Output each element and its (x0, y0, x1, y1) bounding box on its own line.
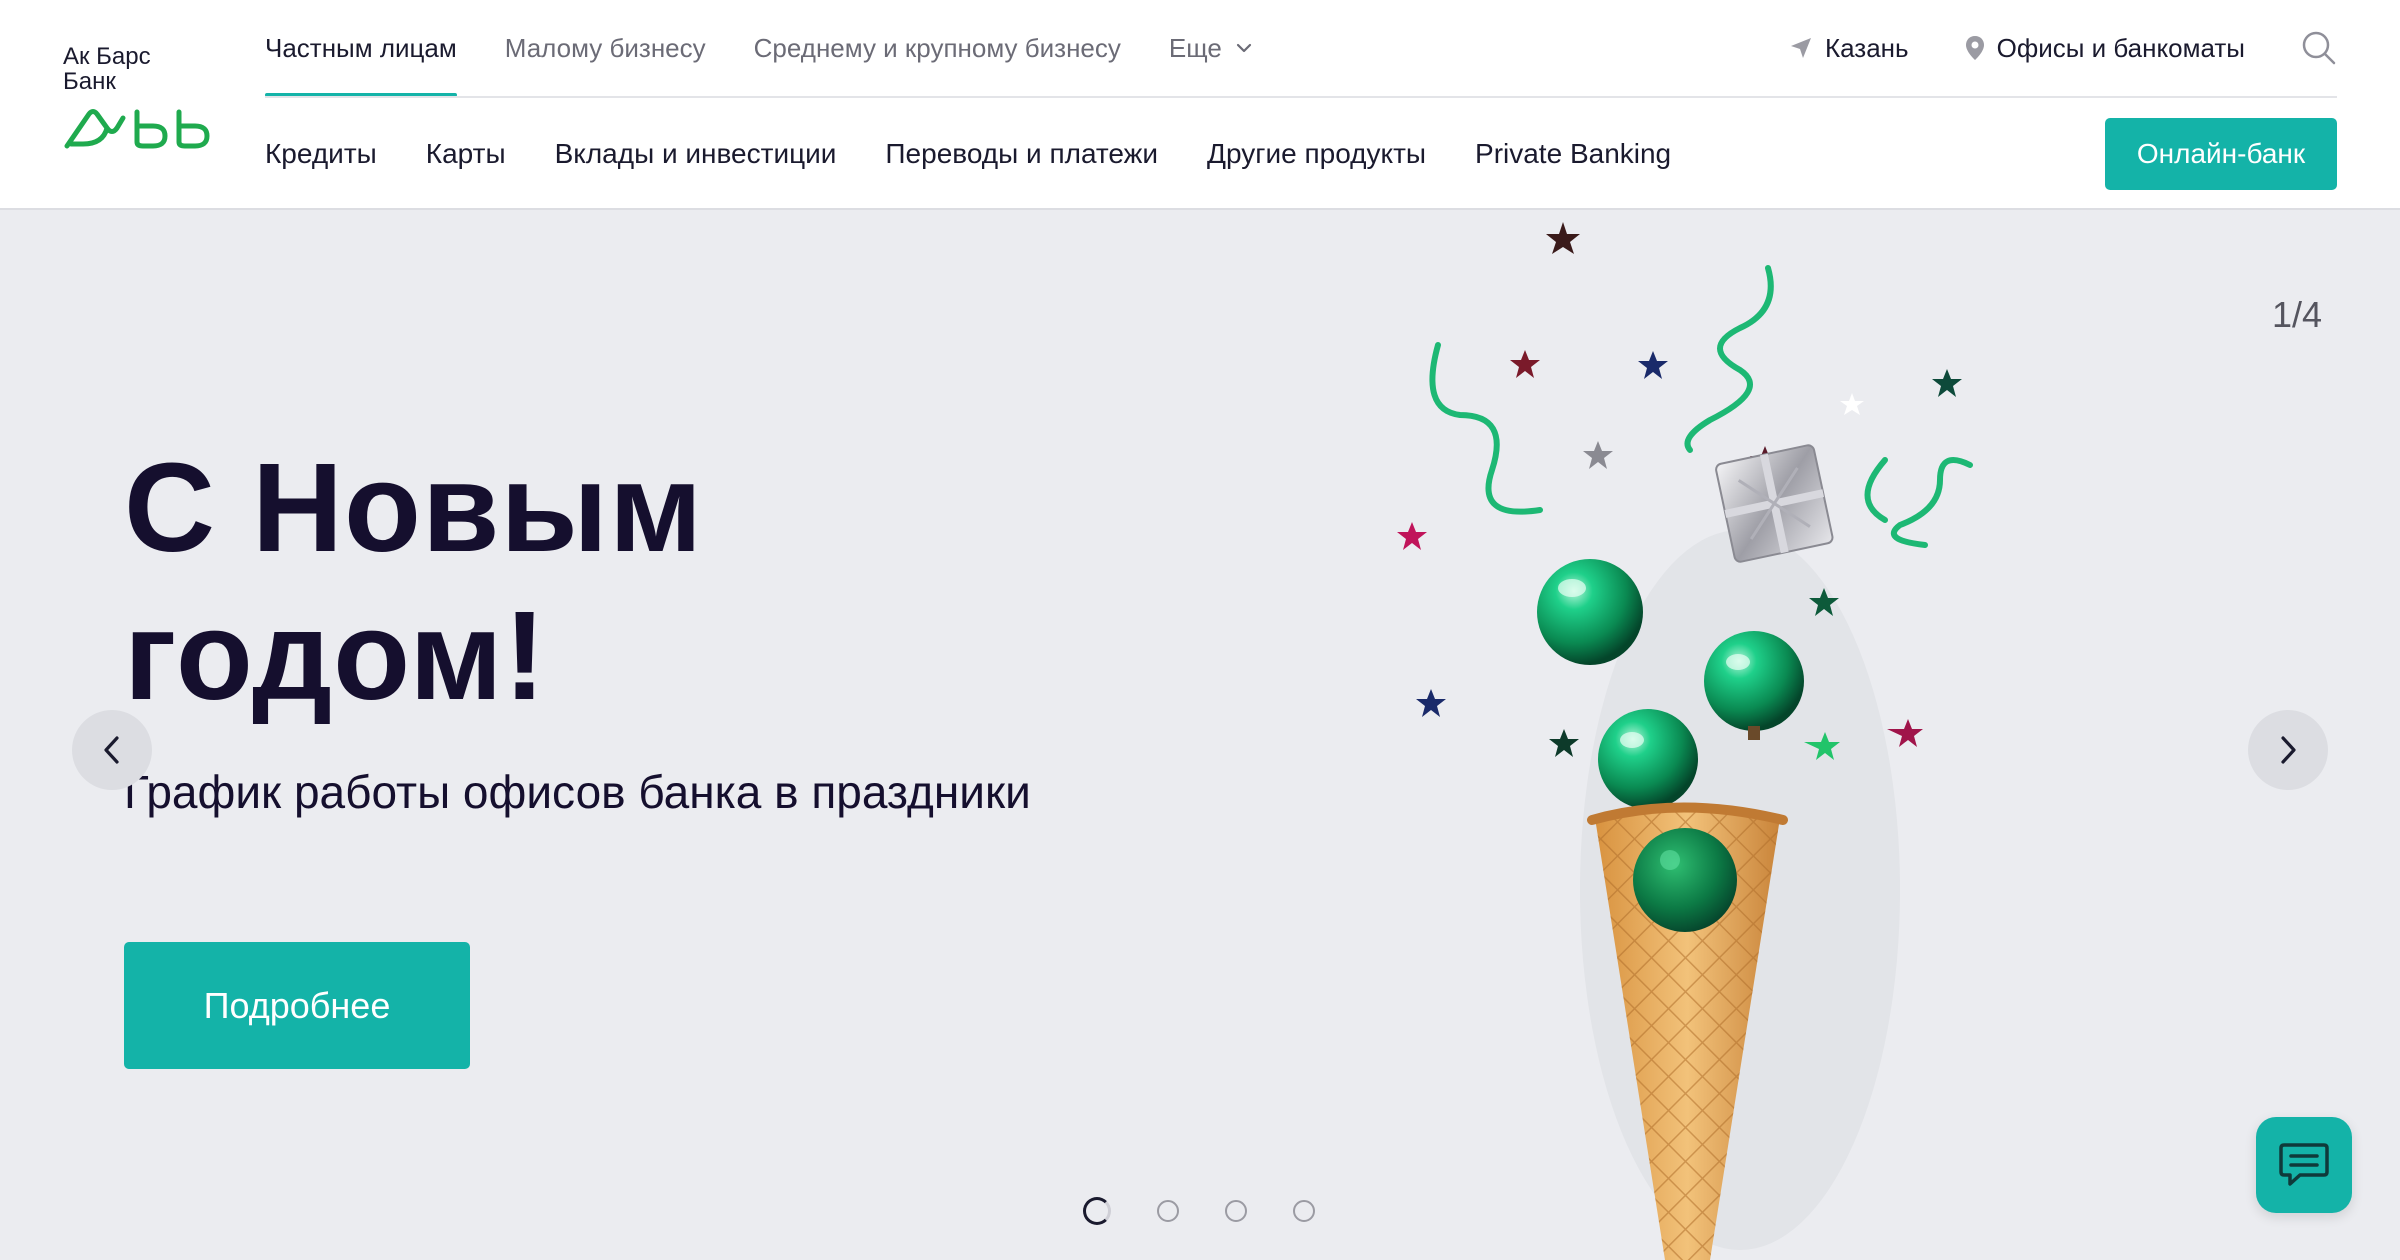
carousel-dot-2[interactable] (1157, 1200, 1179, 1222)
carousel-dot-3[interactable] (1225, 1200, 1247, 1222)
city-selector[interactable]: Казань (1789, 33, 1909, 64)
logo-name-line1: Ак Барс (63, 43, 151, 70)
nav-other-products[interactable]: Другие продукты (1207, 138, 1426, 170)
nav-cards[interactable]: Карты (426, 138, 506, 170)
more-button[interactable]: Подробнее (124, 942, 470, 1069)
segment-tab-more[interactable]: Еще (1169, 0, 1252, 96)
city-label: Казань (1824, 32, 1909, 63)
nav-private-banking[interactable]: Private Banking (1475, 138, 1671, 170)
segment-tab-private[interactable]: Частным лицам (265, 0, 457, 97)
header-utilities: Казань Офисы и банкоматы (1733, 0, 2337, 96)
carousel-dot-1[interactable] (1083, 1197, 1111, 1225)
chevron-down-icon (1236, 43, 1252, 53)
logo-name-line2: Банк (63, 68, 116, 95)
product-nav: Кредиты Карты Вклады и инвестиции Перево… (265, 110, 1720, 198)
chat-button[interactable] (2256, 1117, 2352, 1213)
new-year-cone-illustration (1397, 222, 1973, 1260)
slide-counter: 1/4 (2271, 294, 2322, 335)
chat-icon (2278, 1141, 2330, 1189)
segment-tab-corporate[interactable]: Среднему и крупному бизнесу (754, 0, 1121, 96)
carousel-dots (1083, 1197, 1361, 1225)
search-button[interactable] (2301, 30, 2337, 66)
header-divider (265, 96, 2337, 98)
carousel-next-button[interactable] (2248, 710, 2328, 790)
search-icon (2301, 30, 2337, 66)
offices-label: Офисы и банкоматы (1996, 32, 2245, 63)
hero-title: С Новым годом! (124, 437, 704, 726)
segment-tab-small-business[interactable]: Малому бизнесу (505, 0, 706, 96)
segment-nav: Частным лицам Малому бизнесу Среднему и … (265, 0, 1300, 97)
location-arrow-icon (1789, 36, 1813, 60)
hero-subtitle: График работы офисов банка в праздники (124, 766, 1031, 818)
online-bank-button[interactable]: Онлайн-банк (2105, 118, 2337, 190)
carousel-prev-button[interactable] (72, 710, 152, 790)
map-pin-icon (1965, 35, 1985, 61)
offices-link[interactable]: Офисы и банкоматы (1965, 33, 2245, 64)
nav-credits[interactable]: Кредиты (265, 138, 377, 170)
bank-logo[interactable]: Ак Барс Банк (63, 44, 223, 174)
chevron-left-icon (102, 735, 122, 765)
hero-carousel: 1/4 С Новым годом! График работы офисов … (0, 210, 2400, 1260)
chevron-right-icon (2278, 735, 2298, 765)
site-header: Ак Барс Банк Частным лицам Малому бизнес… (0, 0, 2400, 210)
nav-transfers[interactable]: Переводы и платежи (885, 138, 1158, 170)
carousel-dot-4[interactable] (1293, 1200, 1315, 1222)
logo-mark-icon (64, 109, 210, 149)
nav-deposits[interactable]: Вклады и инвестиции (555, 138, 837, 170)
